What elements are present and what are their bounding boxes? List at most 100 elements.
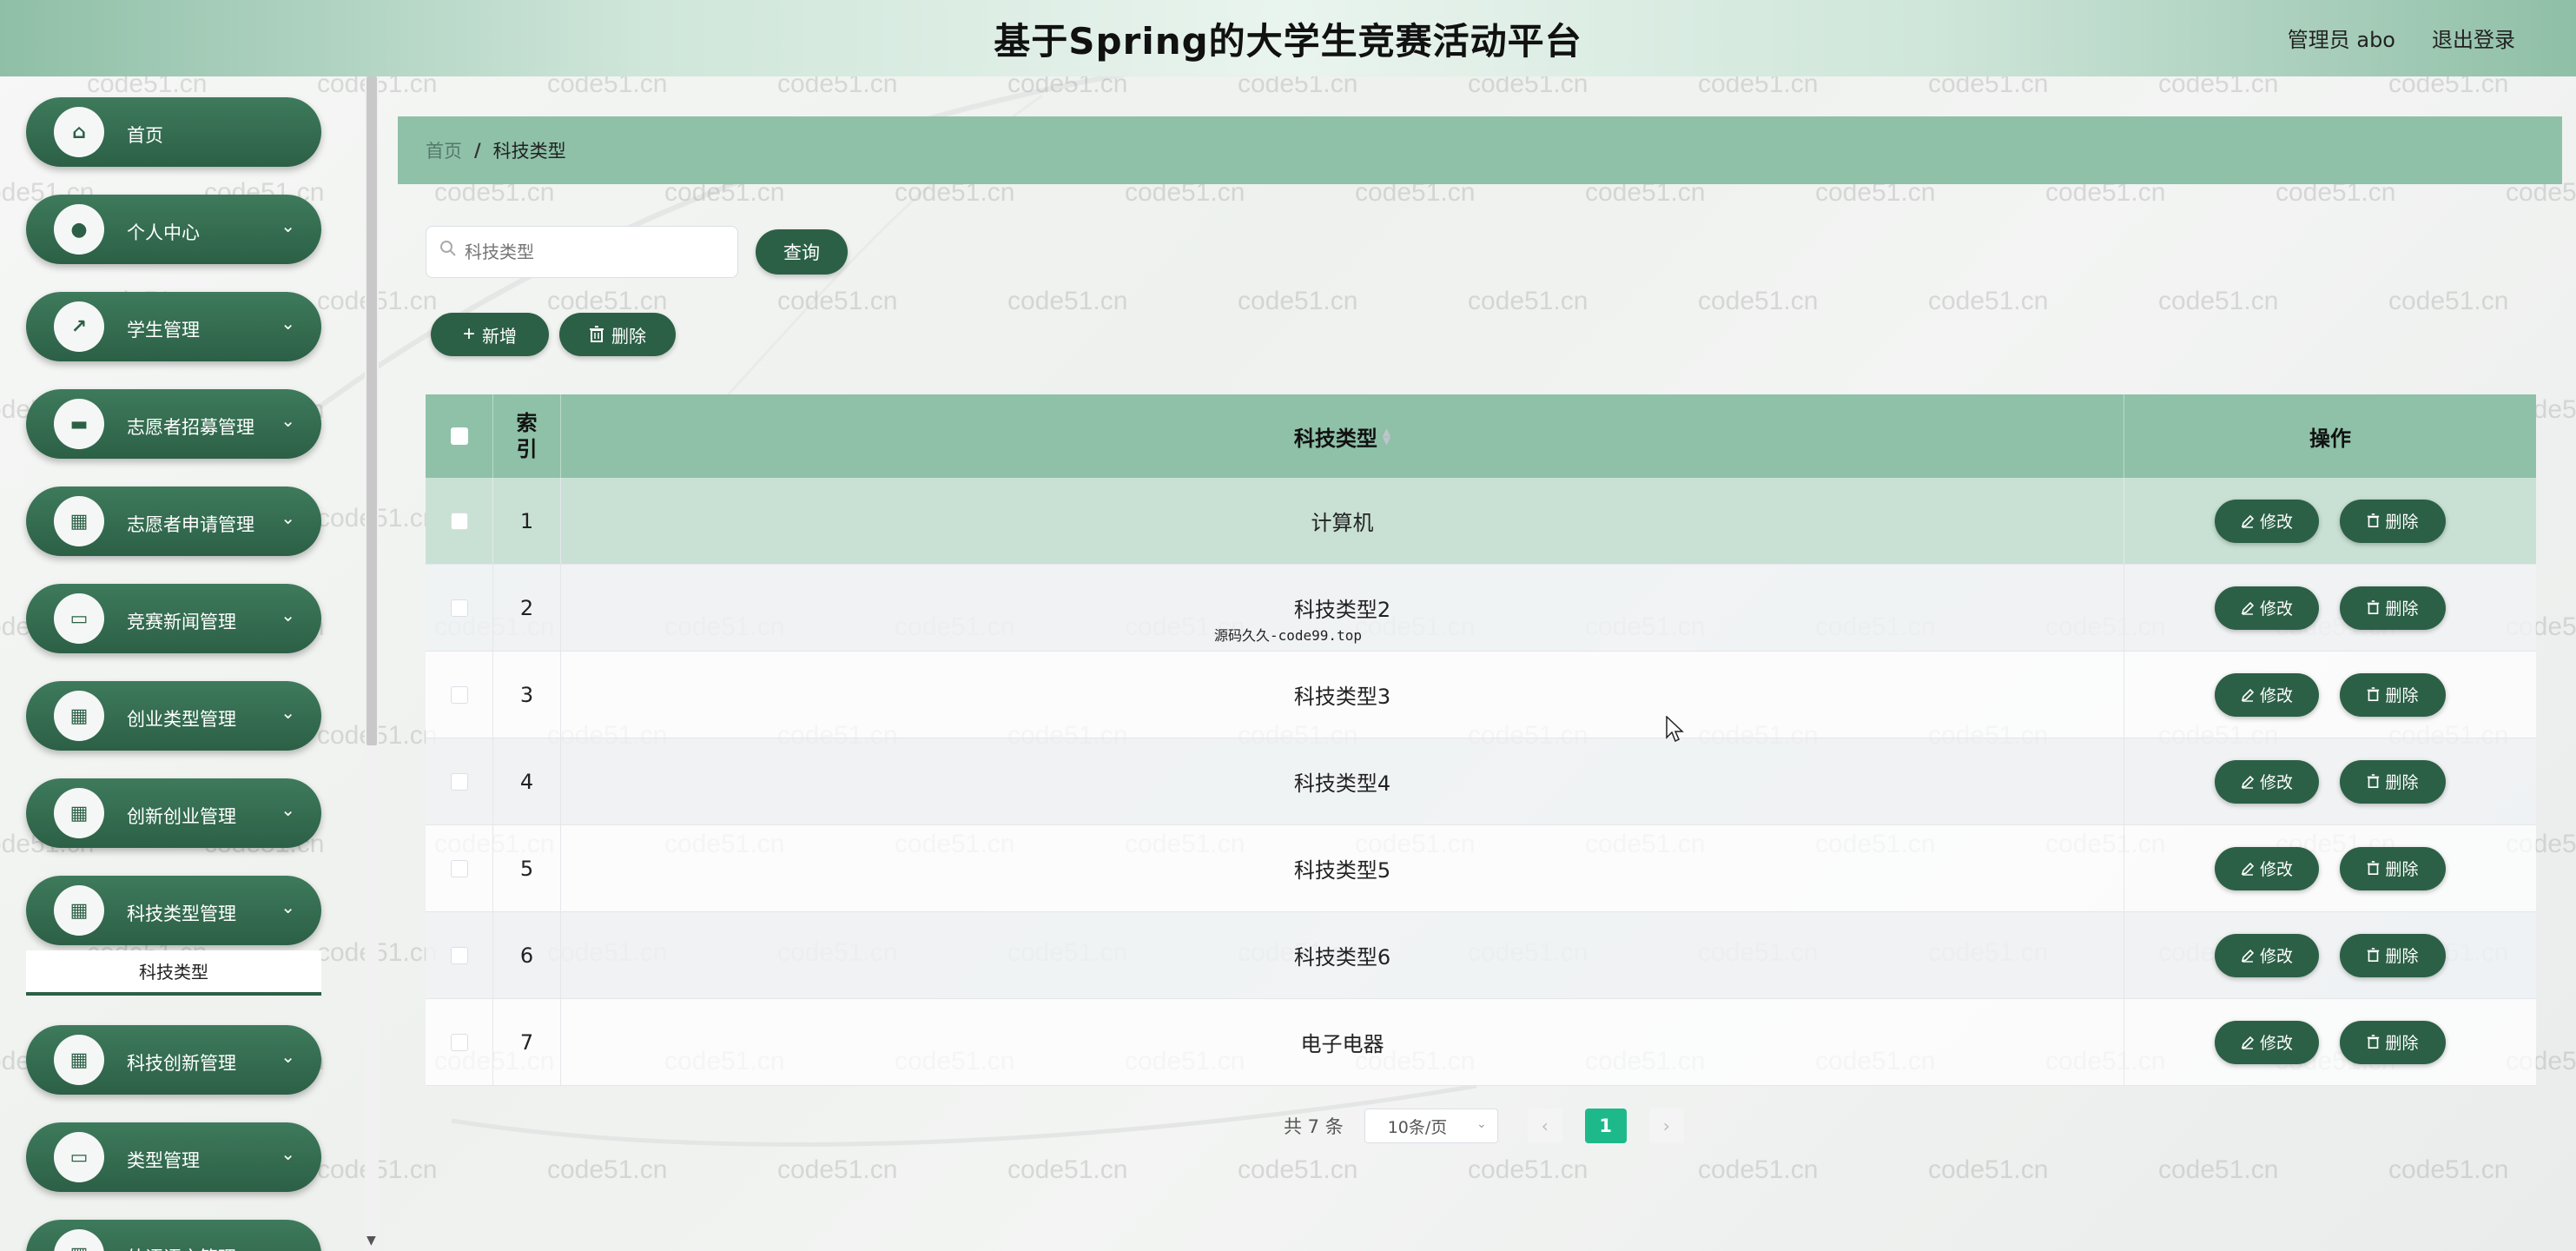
row-checkbox[interactable] (451, 686, 468, 704)
chevron-down-icon: ⌄ (281, 799, 295, 820)
sidebar-item-2[interactable]: ↗学生管理⌄ (26, 292, 321, 361)
table-row[interactable]: 3科技类型3修改删除 (426, 652, 2536, 738)
sidebar-item-5[interactable]: ▭竞赛新闻管理⌄ (26, 584, 321, 653)
table-row[interactable]: 2科技类型2修改删除 (426, 565, 2536, 652)
sidebar-scrollbar[interactable]: ▼ (365, 76, 379, 1251)
sidebar: ⌂ 首页 ●个人中心⌄ ↗学生管理⌄ ▬志愿者招募管理⌄ ▦志愿者申请管理⌄ ▭竞赛新闻管理… (0, 76, 382, 1251)
delete-button[interactable]: 删除 (2340, 586, 2446, 630)
sidebar-item-9[interactable]: ▦科技创新管理⌄ (26, 1025, 321, 1095)
breadcrumb-current: 科技类型 (493, 137, 566, 163)
header-operation: 操作 (2124, 394, 2536, 478)
edit-button[interactable]: 修改 (2215, 934, 2319, 977)
watermark-text: code51.cn (1007, 1155, 1127, 1185)
row-index: 6 (493, 912, 561, 998)
app-title: 基于Spring的大学生竞赛活动平台 (0, 12, 2576, 65)
row-index: 1 (493, 478, 561, 564)
page-number-current[interactable]: 1 (1585, 1109, 1627, 1143)
delete-button[interactable]: 删除 (2340, 673, 2446, 717)
table-row[interactable]: 5科技类型5修改删除 (426, 825, 2536, 912)
edit-icon (2241, 1036, 2255, 1049)
submenu-item-tech-type[interactable]: 科技类型 (26, 950, 321, 996)
breadcrumb-home[interactable]: 首页 (426, 137, 462, 163)
sidebar-item-10[interactable]: ▭类型管理⌄ (26, 1122, 321, 1192)
sidebar-item-label: 科技创新管理 (127, 1049, 236, 1076)
sidebar-item-1[interactable]: ●个人中心⌄ (26, 195, 321, 264)
home-icon: ⌂ (54, 107, 104, 157)
row-checkbox[interactable] (451, 1034, 468, 1051)
sidebar-item-label: 类型管理 (127, 1147, 200, 1173)
grid-icon: ▦ (54, 885, 104, 936)
prev-page-button[interactable]: ‹ (1528, 1109, 1562, 1143)
scrollbar-thumb[interactable] (367, 76, 377, 745)
add-button-label: 新增 (482, 322, 517, 348)
next-page-button[interactable]: › (1649, 1109, 1684, 1143)
row-index: 4 (493, 738, 561, 824)
watermark-text: code51.cn (1238, 1155, 1357, 1185)
row-operations: 修改删除 (2124, 738, 2536, 824)
watermark-text: code51.cn (777, 1155, 897, 1185)
row-checkbox[interactable] (451, 513, 468, 530)
delete-button-label: 删除 (2385, 683, 2418, 706)
header-tech-type[interactable]: 科技类型 ▲▼ (561, 394, 2124, 478)
edit-button[interactable]: 修改 (2215, 586, 2319, 630)
row-checkbox[interactable] (451, 773, 468, 791)
sidebar-item-8[interactable]: ▦科技类型管理⌄ (26, 876, 321, 945)
chevron-down-icon: ⌄ (281, 897, 295, 917)
sidebar-item-label: 志愿者招募管理 (127, 414, 254, 440)
sidebar-item-4[interactable]: ▦志愿者申请管理⌄ (26, 486, 321, 556)
sidebar-item-3[interactable]: ▬志愿者招募管理⌄ (26, 389, 321, 459)
delete-button[interactable]: 删除 (2340, 760, 2446, 804)
grid-icon: ▦ (54, 788, 104, 838)
watermark-text: code51.cn (2158, 1155, 2278, 1185)
row-index: 3 (493, 652, 561, 738)
search-input[interactable] (426, 226, 738, 278)
search-button[interactable]: 查询 (756, 229, 848, 275)
table-row[interactable]: 4科技类型4修改删除 (426, 738, 2536, 825)
batch-delete-button[interactable]: 删除 (559, 313, 676, 356)
row-select-cell (426, 999, 493, 1085)
delete-button[interactable]: 删除 (2340, 847, 2446, 890)
scroll-down-arrow-icon[interactable]: ▼ (367, 1234, 376, 1248)
delete-button-label: 删除 (2385, 509, 2418, 533)
edit-button[interactable]: 修改 (2215, 760, 2319, 804)
row-checkbox[interactable] (451, 860, 468, 877)
table-row[interactable]: 6科技类型6修改删除 (426, 912, 2536, 999)
trash-icon (2367, 513, 2380, 528)
table-row[interactable]: 1计算机修改删除 (426, 478, 2536, 565)
page-size-value: 10条/页 (1388, 1115, 1448, 1138)
sort-icon[interactable]: ▲▼ (1383, 427, 1390, 445)
delete-button[interactable]: 删除 (2340, 934, 2446, 977)
mouse-cursor-icon (1666, 716, 1685, 744)
sidebar-item-6[interactable]: ▦创业类型管理⌄ (26, 681, 321, 751)
edit-icon (2241, 514, 2255, 528)
table-row[interactable]: 7电子电器修改删除 (426, 999, 2536, 1086)
edit-button[interactable]: 修改 (2215, 847, 2319, 890)
row-operations: 修改删除 (2124, 999, 2536, 1085)
edit-button[interactable]: 修改 (2215, 673, 2319, 717)
watermark-text: code51.cn (1007, 287, 1127, 316)
add-button[interactable]: + 新增 (431, 313, 549, 356)
row-index: 2 (493, 565, 561, 651)
sidebar-item-label: 首页 (127, 122, 163, 148)
sidebar-item-0[interactable]: ⌂ 首页 (26, 97, 321, 167)
chevron-down-icon: ⌄ (281, 1143, 295, 1164)
select-all-checkbox[interactable] (451, 427, 468, 445)
watermark-text: code51.cn (2158, 287, 2278, 316)
watermark-text: code51.cn (1698, 1155, 1818, 1185)
user-icon: ● (54, 204, 104, 255)
sidebar-item-11[interactable]: ▦外语语言管理⌄ (26, 1220, 321, 1251)
delete-button[interactable]: 删除 (2340, 500, 2446, 543)
sidebar-item-label: 外语语言管理 (127, 1244, 236, 1251)
edit-icon (2241, 949, 2255, 963)
edit-icon (2241, 775, 2255, 789)
row-checkbox[interactable] (451, 599, 468, 617)
logout-link[interactable]: 退出登录 (2432, 23, 2515, 53)
edit-button[interactable]: 修改 (2215, 1021, 2319, 1064)
delete-button[interactable]: 删除 (2340, 1021, 2446, 1064)
row-operations: 修改删除 (2124, 825, 2536, 911)
edit-button[interactable]: 修改 (2215, 500, 2319, 543)
sidebar-item-7[interactable]: ▦创新创业管理⌄ (26, 778, 321, 848)
row-checkbox[interactable] (451, 947, 468, 964)
page-size-select[interactable]: 10条/页 ⌄ (1364, 1109, 1498, 1143)
row-select-cell (426, 738, 493, 824)
